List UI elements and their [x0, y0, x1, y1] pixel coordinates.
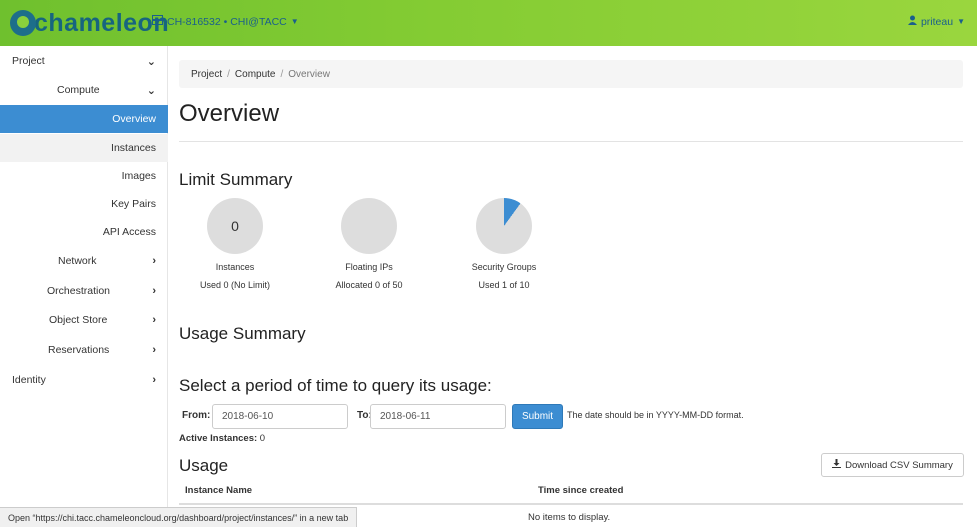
- limit-floating-ips: Floating IPs Allocated 0 of 50: [309, 198, 429, 290]
- breadcrumb-separator: /: [280, 68, 284, 80]
- caret-down-icon: ▼: [290, 17, 299, 26]
- sidebar-item-api-access[interactable]: API Access: [0, 218, 168, 246]
- sidebar-item-label: Compute: [57, 84, 100, 96]
- limit-pie: [476, 198, 532, 254]
- date-format-hint: The date should be in YYYY-MM-DD format.: [567, 410, 744, 420]
- sidebar-item-label: Images: [121, 170, 156, 182]
- download-csv-label: Download CSV Summary: [845, 459, 953, 471]
- sidebar-item-label: Reservations: [48, 344, 110, 356]
- project-selector-label: CH-816532 • CHI@TACC: [167, 15, 287, 28]
- active-instances: Active Instances: 0: [179, 433, 265, 444]
- breadcrumb: Project / Compute / Overview: [179, 60, 963, 88]
- submit-button[interactable]: Submit: [512, 404, 563, 429]
- limit-pie: [341, 198, 397, 254]
- query-period-title: Select a period of time to query its usa…: [179, 376, 492, 395]
- sidebar: Project ⌄ Compute ⌄ Overview Instances I…: [0, 46, 168, 527]
- table-header-border: [179, 503, 963, 505]
- user-icon: [907, 15, 917, 28]
- chevron-down-icon: ⌄: [146, 55, 156, 68]
- server-icon: [152, 15, 163, 28]
- breadcrumb-compute[interactable]: Compute: [235, 69, 276, 80]
- sidebar-item-identity[interactable]: Identity ›: [0, 366, 168, 394]
- breadcrumb-separator: /: [227, 68, 230, 80]
- limit-pie-usage: Used 0 (No Limit): [199, 280, 271, 290]
- chevron-right-icon: ›: [152, 374, 156, 386]
- download-csv-button[interactable]: Download CSV Summary: [821, 453, 964, 477]
- limit-pie-label: Instances: [215, 262, 255, 272]
- chevron-right-icon: ›: [152, 344, 156, 356]
- column-header-instance-name[interactable]: Instance Name: [185, 485, 252, 496]
- sidebar-item-label: Network: [58, 255, 97, 267]
- from-date-input[interactable]: 2018-06-10: [212, 404, 348, 429]
- browser-status-bar: Open “https://chi.tacc.chameleoncloud.or…: [0, 507, 358, 527]
- user-menu[interactable]: priteau ▼: [907, 15, 965, 28]
- project-selector[interactable]: CH-816532 • CHI@TACC ▼: [152, 15, 299, 28]
- chameleon-logo[interactable]: chameleon: [10, 6, 169, 40]
- column-header-time-since-created[interactable]: Time since created: [538, 485, 623, 496]
- limit-pie-usage: Allocated 0 of 50: [335, 280, 403, 290]
- limit-instances: 0 Instances Used 0 (No Limit): [175, 198, 295, 290]
- active-instances-label: Active Instances:: [179, 433, 258, 444]
- usage-title: Usage: [179, 456, 229, 475]
- top-navbar: chameleon CH-816532 • CHI@TACC ▼ priteau…: [0, 0, 977, 46]
- sidebar-item-label: Overview: [112, 113, 156, 125]
- sidebar-item-label: Object Store: [49, 314, 108, 326]
- caret-down-icon: ▼: [957, 17, 965, 26]
- limit-summary-title: Limit Summary: [179, 170, 293, 189]
- sidebar-item-orchestration[interactable]: Orchestration ›: [0, 277, 168, 305]
- sidebar-item-network[interactable]: Network ›: [0, 247, 168, 275]
- breadcrumb-current: Overview: [288, 68, 330, 80]
- sidebar-item-key-pairs[interactable]: Key Pairs: [0, 190, 168, 218]
- breadcrumb-project[interactable]: Project: [191, 69, 222, 80]
- from-label: From:: [182, 410, 211, 421]
- table-empty-message: No items to display.: [528, 512, 611, 523]
- chevron-down-icon: ⌄: [146, 84, 156, 97]
- sidebar-item-overview[interactable]: Overview: [0, 105, 168, 133]
- chevron-right-icon: ›: [152, 255, 156, 267]
- sidebar-item-instances[interactable]: Instances: [0, 134, 168, 162]
- sidebar-item-object-store[interactable]: Object Store ›: [0, 306, 168, 334]
- sidebar-item-label: Project: [12, 55, 45, 67]
- sidebar-item-label: Instances: [111, 142, 156, 154]
- limit-security-groups: Security Groups Used 1 of 10: [444, 198, 564, 290]
- download-icon: [832, 459, 842, 471]
- sidebar-item-project[interactable]: Project ⌄: [0, 47, 168, 75]
- divider: [179, 141, 963, 142]
- sidebar-item-images[interactable]: Images: [0, 162, 168, 190]
- chameleon-logo-icon: [10, 10, 36, 36]
- limit-pie-usage: Used 1 of 10: [478, 280, 530, 290]
- page-title: Overview: [179, 100, 280, 127]
- limit-pie-label: Security Groups: [471, 262, 537, 272]
- chevron-right-icon: ›: [152, 285, 156, 297]
- user-name: priteau: [920, 15, 954, 28]
- active-instances-value: 0: [259, 433, 266, 444]
- sidebar-item-label: Orchestration: [47, 285, 111, 297]
- sidebar-item-label: API Access: [102, 226, 156, 238]
- limit-pie: 0: [207, 198, 263, 254]
- sidebar-item-reservations[interactable]: Reservations ›: [0, 336, 168, 364]
- chevron-right-icon: ›: [152, 314, 156, 326]
- sidebar-item-label: Identity: [12, 374, 46, 386]
- sidebar-item-label: Key Pairs: [111, 198, 156, 210]
- to-date-input[interactable]: 2018-06-11: [370, 404, 506, 429]
- sidebar-item-compute[interactable]: Compute ⌄: [0, 76, 168, 104]
- usage-summary-title: Usage Summary: [179, 324, 306, 343]
- limit-pie-label: Floating IPs: [345, 262, 393, 272]
- limit-pie-value: 0: [231, 218, 239, 234]
